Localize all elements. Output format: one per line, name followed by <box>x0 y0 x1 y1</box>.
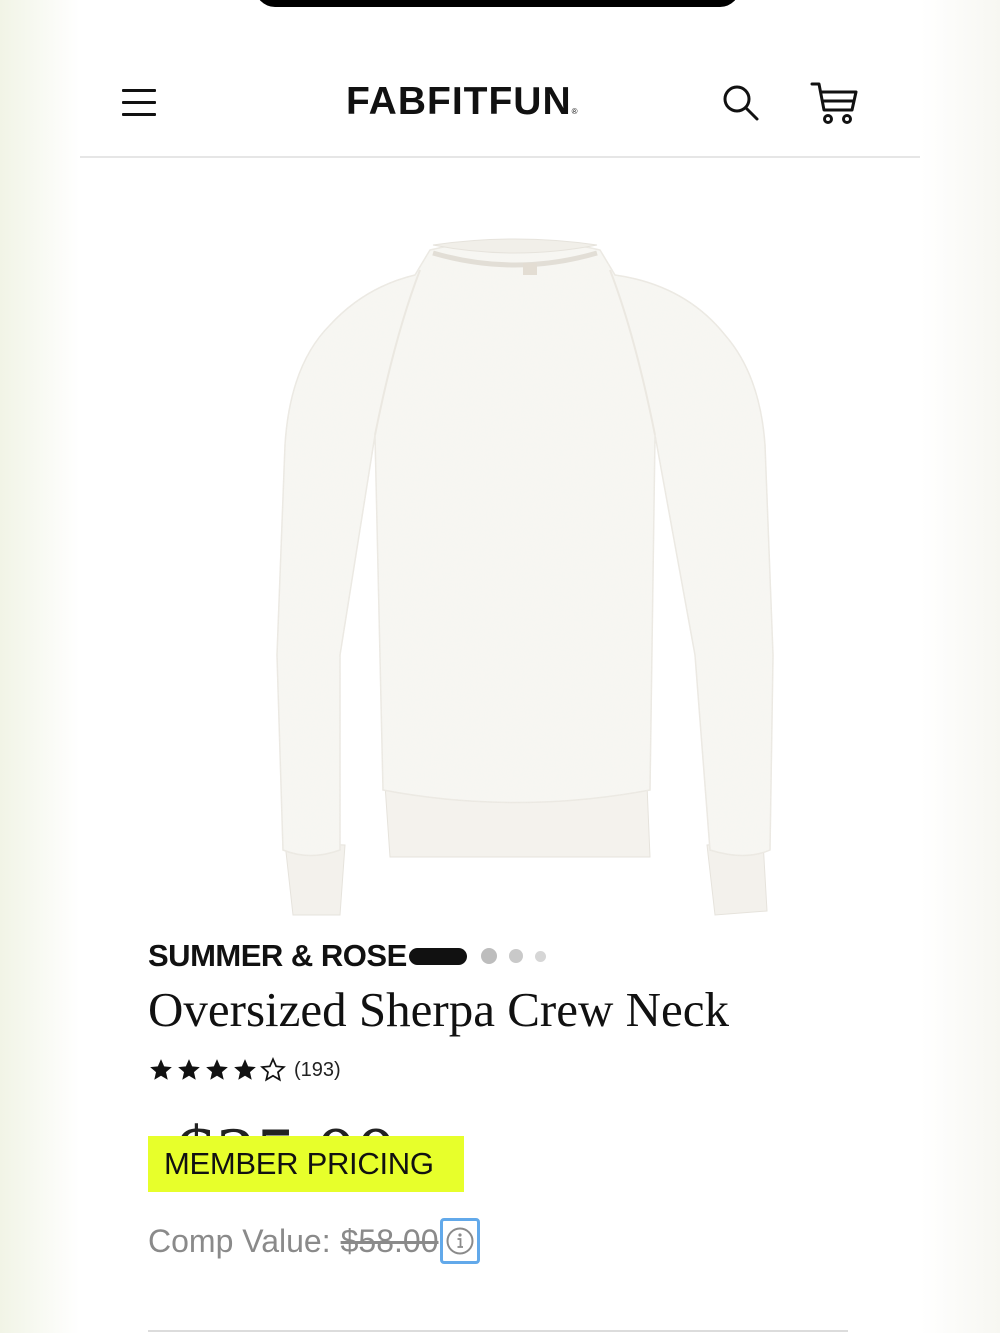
review-count[interactable]: (193) <box>294 1059 341 1082</box>
star-filled-icon <box>206 1059 228 1080</box>
member-pricing-badge: MEMBER PRICING <box>148 1136 464 1192</box>
carousel-dot[interactable] <box>480 948 497 964</box>
star-filled-icon <box>150 1059 172 1080</box>
info-button[interactable] <box>440 1218 481 1264</box>
price-block: $25.00 MEMBER PRICING <box>148 1112 488 1202</box>
sweater-illustration <box>276 238 774 916</box>
carousel-dot[interactable] <box>508 949 523 963</box>
member-pricing-label: MEMBER PRICING <box>164 1146 434 1181</box>
rating-row[interactable]: (193) <box>148 1054 341 1086</box>
right-gutter <box>920 0 1000 1333</box>
hamburger-menu-icon[interactable] <box>122 87 158 117</box>
left-gutter <box>0 0 80 1333</box>
device-notch <box>255 0 740 7</box>
star-empty-icon <box>260 1057 286 1082</box>
search-icon <box>723 85 759 121</box>
section-divider <box>148 1330 848 1332</box>
site-header: FABFITFUN® <box>80 60 920 158</box>
star-filled-icon <box>178 1059 200 1080</box>
comp-value-price: $58.00 <box>340 1222 439 1259</box>
search-button[interactable] <box>720 82 762 124</box>
image-carousel-indicator <box>408 947 558 965</box>
info-icon <box>446 1227 474 1255</box>
brand-name[interactable]: SUMMER & ROSE <box>148 938 407 974</box>
comp-value-row: Comp Value: $58.00 <box>148 1213 481 1269</box>
cart-button[interactable] <box>810 80 860 126</box>
product-title: Oversized Sherpa Crew Neck <box>148 982 729 1037</box>
carousel-dot-active[interactable] <box>408 947 467 965</box>
cart-icon <box>810 82 858 124</box>
comp-value-label: Comp Value: <box>148 1222 331 1259</box>
brand-row: SUMMER & ROSE <box>148 935 558 977</box>
registered-mark: ® <box>571 107 579 116</box>
product-image[interactable] <box>255 225 775 925</box>
carousel-dot[interactable] <box>534 950 546 962</box>
site-logo[interactable]: FABFITFUN® <box>346 80 579 134</box>
logo-text: FABFITFUN <box>346 80 572 123</box>
star-filled-icon <box>234 1059 256 1080</box>
